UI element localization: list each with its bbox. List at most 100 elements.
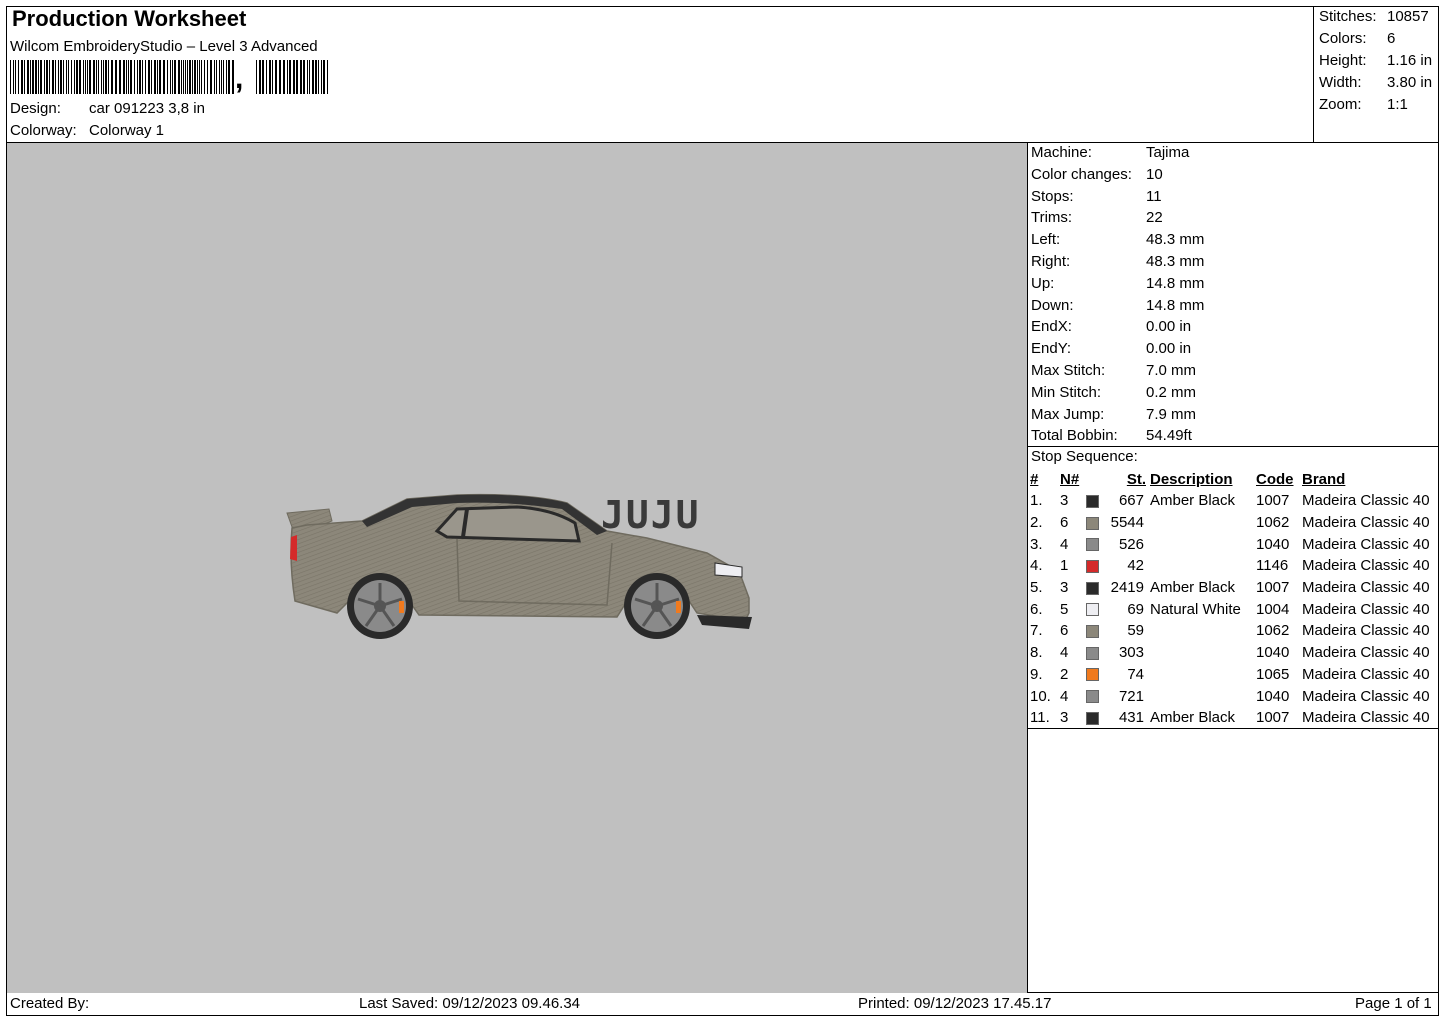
row-code: 1062 <box>1256 514 1290 532</box>
barcode-bar <box>130 60 132 94</box>
table-row: 5. 3 2419 Amber Black 1007 Madeira Classic 40 <box>1030 577 1430 599</box>
col-code: Code <box>1256 471 1294 488</box>
col-color <box>1086 469 1108 490</box>
row-stitches: 74 <box>1127 665 1144 683</box>
row-number: 11. <box>1030 709 1050 727</box>
row-description <box>1150 664 1256 686</box>
barcode-bar <box>105 60 107 94</box>
table-row: 9. 2 74 1065 Madeira Classic 40 <box>1030 664 1430 686</box>
row-color <box>1086 685 1108 707</box>
rear-wheel <box>347 573 413 639</box>
barcode-bar <box>98 60 99 94</box>
barcode-bar <box>289 60 291 94</box>
row-number: 7. <box>1030 622 1043 640</box>
barcode-bar <box>296 60 298 94</box>
table-row: 3. 4 526 1040 Madeira Classic 40 <box>1030 533 1430 555</box>
barcode-bar <box>279 60 281 94</box>
color-swatch <box>1086 494 1099 508</box>
machine-info-label: Min Stitch: <box>1031 383 1102 401</box>
table-row: 4. 1 42 1146 Madeira Classic 40 <box>1030 555 1430 577</box>
table-row: 8. 4 303 1040 Madeira Classic 40 <box>1030 642 1430 664</box>
barcode-bar <box>207 60 208 94</box>
row-brand: Madeira Classic 40 <box>1302 600 1430 618</box>
row-needle: 3 <box>1060 709 1069 727</box>
row-brand: Madeira Classic 40 <box>1302 514 1430 532</box>
row-needle: 6 <box>1060 622 1069 640</box>
machine-info-label: Total Bobbin: <box>1031 427 1118 445</box>
barcode-bar <box>262 60 264 94</box>
row-code: 1040 <box>1256 644 1290 662</box>
machine-info-value: 7.0 mm <box>1146 362 1197 379</box>
row-color <box>1086 707 1108 729</box>
machine-info-value: 48.3 mm <box>1146 231 1205 249</box>
summary-value: 1.16 in <box>1387 52 1433 69</box>
machine-info-label: EndY: <box>1031 340 1072 358</box>
row-number: 8. <box>1030 644 1043 662</box>
summary-value: 1:1 <box>1387 96 1408 113</box>
front-wheel <box>624 573 690 639</box>
frame-bottom <box>6 1015 1439 1016</box>
barcode-bar <box>85 60 86 94</box>
barcode-bar <box>58 60 59 94</box>
barcode-bar <box>269 60 271 94</box>
barcode-bar <box>151 60 152 94</box>
car-headlight <box>714 562 743 578</box>
row-stitches: 5544 <box>1110 514 1144 532</box>
barcode-bar <box>46 60 48 94</box>
table-row: 2. 6 5544 1062 Madeira Classic 40 <box>1030 512 1430 534</box>
machine-info-label: EndX: <box>1031 318 1072 336</box>
barcode-bar <box>123 60 125 94</box>
row-brand: Madeira Classic 40 <box>1302 709 1430 727</box>
barcode-bar <box>30 60 31 94</box>
barcode-bar <box>15 60 16 94</box>
barcode-bar <box>52 60 54 94</box>
barcode-bar <box>303 60 305 94</box>
row-description: Amber Black <box>1150 492 1236 510</box>
barcode-bar <box>87 60 88 94</box>
barcode-bar <box>35 60 37 94</box>
machine-info-label: Stops: <box>1031 187 1074 205</box>
barcode-bar <box>89 60 91 94</box>
row-needle: 3 <box>1060 492 1069 510</box>
barcode-bar <box>266 60 267 94</box>
machine-info-value: 11 <box>1146 187 1162 205</box>
last-saved: Last Saved: 09/12/2023 09.46.34 <box>359 995 581 1012</box>
barcode-bar <box>21 60 23 94</box>
summary-label: Zoom: <box>1319 96 1362 113</box>
barcode-bar <box>323 60 325 94</box>
row-stitches: 2419 <box>1110 579 1144 597</box>
row-code: 1007 <box>1256 579 1290 597</box>
machine-info-label: Down: <box>1031 296 1074 314</box>
color-swatch <box>1086 690 1099 704</box>
machine-info-label: Left: <box>1031 231 1061 249</box>
machine-info-label: Right: <box>1031 253 1071 270</box>
row-color <box>1086 642 1108 664</box>
barcode-bar <box>221 60 222 94</box>
info-divider <box>1027 446 1439 447</box>
row-stitches: 431 <box>1118 709 1144 727</box>
barcode-bar <box>183 60 184 94</box>
design-value: car 091223 3,8 in <box>89 100 205 117</box>
row-description <box>1150 620 1256 642</box>
row-needle: 4 <box>1060 687 1069 705</box>
barcode-bar <box>137 60 138 94</box>
color-swatch <box>1086 711 1099 725</box>
car-splitter <box>697 615 752 629</box>
row-code: 1007 <box>1256 709 1290 727</box>
summary-value: 6 <box>1387 30 1396 47</box>
barcode-bar <box>309 60 310 94</box>
row-description: Amber Black <box>1150 579 1236 597</box>
row-color <box>1086 598 1108 620</box>
row-code: 1062 <box>1256 622 1290 640</box>
row-code: 1040 <box>1256 535 1290 553</box>
stop-sequence-header: # N# St. Description Code Brand <box>1030 469 1430 490</box>
table-row: 6. 5 69 Natural White 1004 Madeira Classic 40 <box>1030 598 1430 620</box>
barcode-bar <box>145 60 146 94</box>
row-color <box>1086 490 1108 512</box>
row-description: Amber Black <box>1150 709 1236 727</box>
row-code: 1040 <box>1256 687 1290 705</box>
barcode-bar <box>139 60 141 94</box>
color-swatch <box>1086 516 1099 530</box>
col-description: Description <box>1150 471 1233 488</box>
barcode-bar <box>259 60 261 94</box>
